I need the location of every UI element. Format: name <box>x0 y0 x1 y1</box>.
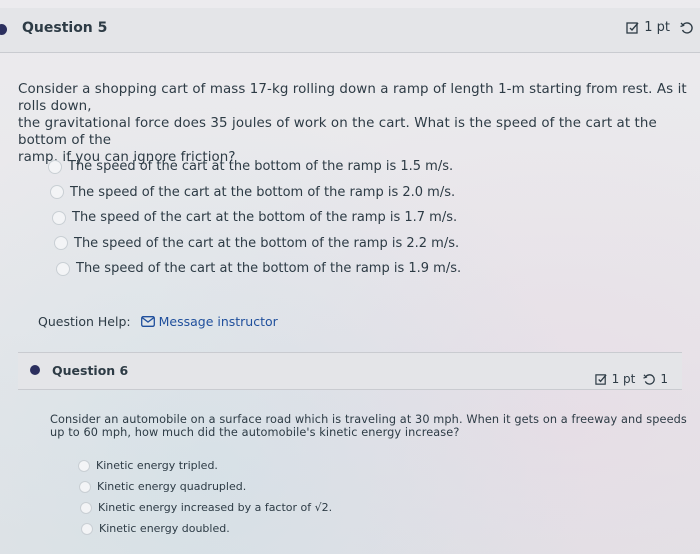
question-help-label: Question Help: <box>38 314 131 329</box>
answer-option[interactable]: The speed of the cart at the bottom of t… <box>52 205 461 231</box>
answer-option[interactable]: The speed of the cart at the bottom of t… <box>48 154 461 180</box>
message-instructor-label: Message instructor <box>158 314 278 329</box>
answer-option[interactable]: The speed of the cart at the bottom of t… <box>50 180 461 206</box>
question-text-line: Consider a shopping cart of mass 17-kg r… <box>18 82 687 114</box>
answer-option[interactable]: Kinetic energy doubled. <box>81 518 332 539</box>
question-bullet-icon <box>0 24 7 35</box>
answer-label: Kinetic energy quadrupled. <box>97 480 247 493</box>
question-5-points: 1 pt <box>626 20 694 35</box>
question-6-header: Question 6 1 pt 1 <box>18 352 682 390</box>
radio-button[interactable] <box>80 501 92 514</box>
answer-option[interactable]: Kinetic energy increased by a factor of … <box>80 497 332 518</box>
question-bullet-icon <box>30 365 40 375</box>
question-text-line: the gravitational force does 35 joules o… <box>18 116 657 148</box>
quiz-page: Question 5 1 pt Consider a shopping cart… <box>0 0 700 554</box>
radio-button[interactable] <box>50 185 64 200</box>
radio-button[interactable] <box>48 159 62 174</box>
message-instructor-link[interactable]: Message instructor <box>140 314 278 329</box>
question-help: Question Help: Message instructor <box>38 314 278 329</box>
radio-button[interactable] <box>56 261 70 276</box>
retry-count: 1 <box>660 372 668 386</box>
answer-label: Kinetic energy tripled. <box>96 459 218 472</box>
answer-option[interactable]: The speed of the cart at the bottom of t… <box>54 231 461 257</box>
radio-button[interactable] <box>78 459 90 472</box>
question-6-points: 1 pt 1 <box>594 372 668 386</box>
answer-option[interactable]: Kinetic energy quadrupled. <box>79 476 332 497</box>
radio-button[interactable] <box>54 236 68 251</box>
retry-icon[interactable] <box>643 373 656 386</box>
answer-label: The speed of the cart at the bottom of t… <box>76 261 462 277</box>
answer-label: Kinetic energy doubled. <box>99 522 230 535</box>
points-label: 1 pt <box>611 372 636 386</box>
answer-label: The speed of the cart at the bottom of t… <box>68 159 454 175</box>
envelope-icon <box>140 316 155 327</box>
edit-checkbox-icon[interactable] <box>626 21 640 35</box>
answer-label: The speed of the cart at the bottom of t… <box>74 235 460 251</box>
radio-button[interactable] <box>81 522 93 535</box>
answer-label: The speed of the cart at the bottom of t… <box>70 184 456 200</box>
question-6-text: Consider an automobile on a surface road… <box>50 413 690 439</box>
radio-button[interactable] <box>79 480 91 493</box>
question-text-line: Consider an automobile on a surface road… <box>50 413 687 426</box>
retry-icon[interactable] <box>680 21 694 35</box>
question-5-header: Question 5 1 pt <box>0 8 700 53</box>
question-5-answers: The speed of the cart at the bottom of t… <box>48 154 461 282</box>
points-label: 1 pt <box>644 20 670 35</box>
answer-label: Kinetic energy increased by a factor of … <box>98 501 333 514</box>
question-6-title: Question 6 <box>52 363 129 378</box>
question-6-answers: Kinetic energy tripled. Kinetic energy q… <box>78 455 332 539</box>
answer-option[interactable]: Kinetic energy tripled. <box>78 455 332 476</box>
question-5-title: Question 5 <box>22 20 108 36</box>
edit-checkbox-icon[interactable] <box>594 373 608 386</box>
radio-button[interactable] <box>52 210 66 225</box>
answer-label: The speed of the cart at the bottom of t… <box>72 210 458 226</box>
answer-option[interactable]: The speed of the cart at the bottom of t… <box>56 256 461 282</box>
question-text-line: up to 60 mph, how much did the automobil… <box>50 426 460 439</box>
